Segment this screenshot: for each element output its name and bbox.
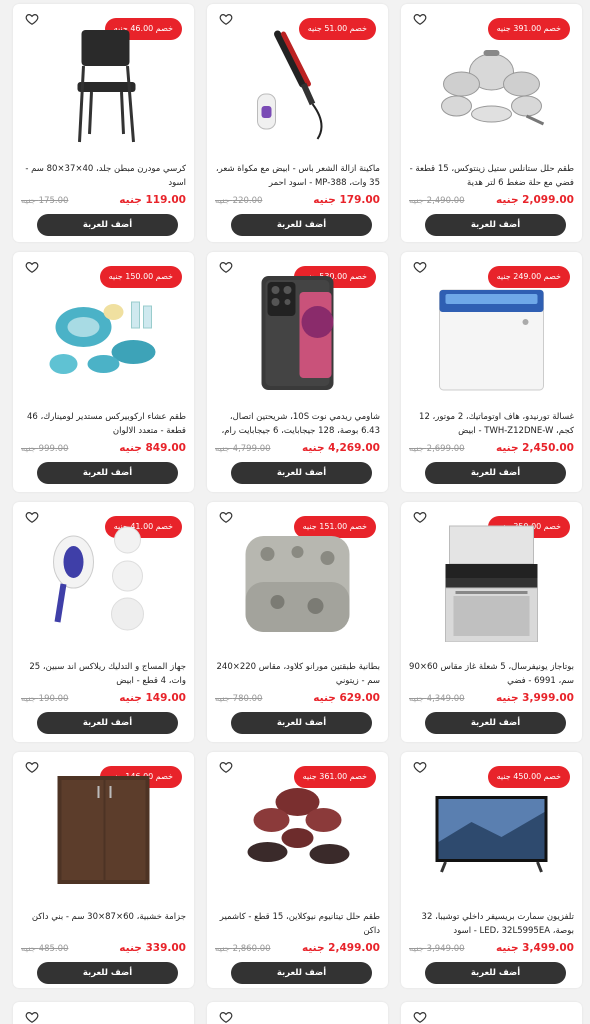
product-card[interactable]: خصم 530.00 جنيه شاومي ريدمي نوت 10S، شري… <box>207 252 388 492</box>
add-to-cart-button[interactable]: أضف للعربة <box>231 712 372 734</box>
product-card[interactable]: خصم 151.00 جنيه بطانية طبقتين مورانو كلا… <box>207 502 388 742</box>
product-card[interactable]: خصم 51.00 جنيه ماكينة ازالة الشعر باس - … <box>207 4 388 242</box>
add-to-cart-button[interactable]: أضف للعربة <box>37 712 178 734</box>
heart-icon[interactable] <box>25 510 39 524</box>
old-price: 2,860.00 جنيه <box>215 944 271 954</box>
product-title[interactable]: جهاز المساج و التدليك ريلاكس اند سبين، 2… <box>21 660 186 690</box>
old-price: 4,799.00 جنيه <box>215 444 271 454</box>
heart-icon[interactable] <box>25 260 39 274</box>
old-price: 780.00 جنيه <box>215 694 263 704</box>
product-card[interactable]: خصم 249.00 جنيه غسالة تورنيدو، هاف اوتوم… <box>401 252 582 492</box>
add-to-cart-button[interactable]: أضف للعربة <box>425 462 566 484</box>
heart-icon[interactable] <box>219 12 233 26</box>
product-title[interactable]: طقم حلل تيتانيوم نيوكلاين، 15 قطع - كاشم… <box>215 910 380 940</box>
heart-icon[interactable] <box>219 510 233 524</box>
product-card[interactable] <box>13 1002 194 1024</box>
old-price: 220.00 جنيه <box>215 196 263 206</box>
add-to-cart-button[interactable]: أضف للعربة <box>231 962 372 984</box>
product-title[interactable]: غسالة تورنيدو، هاف اوتوماتيك، 2 موتور، 1… <box>409 410 574 440</box>
heart-icon[interactable] <box>219 260 233 274</box>
product-card[interactable]: خصم 150.00 جنيه طقم عشاء اركوبيركس مستدي… <box>13 252 194 492</box>
add-to-cart-button[interactable]: أضف للعربة <box>37 962 178 984</box>
gas-cooker-image[interactable] <box>431 522 552 643</box>
product-title[interactable]: طقم حلل ستانلس ستيل زينتوكس، 15 قطعة - ف… <box>409 162 574 192</box>
add-to-cart-button[interactable]: أضف للعربة <box>425 214 566 236</box>
smartphone-image[interactable] <box>237 272 358 392</box>
massager-image[interactable] <box>43 522 164 642</box>
tv-image[interactable] <box>431 772 552 892</box>
product-price: 4,269.00 جنيه <box>302 442 380 454</box>
cookware-set-image[interactable] <box>431 24 552 144</box>
product-card[interactable]: خصم 361.00 جنيه طقم حلل تيتانيوم نيوكلاي… <box>207 752 388 988</box>
product-price: 119.00 جنيه <box>119 194 186 206</box>
product-price: 2,099.00 جنيه <box>496 194 574 206</box>
blanket-image[interactable] <box>237 522 358 642</box>
chair-image[interactable] <box>43 24 164 144</box>
shoe-cabinet-image[interactable] <box>43 772 164 892</box>
product-price: 629.00 جنيه <box>313 692 380 704</box>
product-card[interactable] <box>401 1002 582 1024</box>
product-title[interactable]: كرسي مودرن مبطن جلد، 40×37×80 سم - اسود <box>21 162 186 192</box>
add-to-cart-button[interactable]: أضف للعربة <box>37 214 178 236</box>
product-grid: خصم 391.00 جنيه طقم حلل ستانلس ستيل زينت… <box>0 0 590 1024</box>
product-card[interactable]: خصم 391.00 جنيه طقم حلل ستانلس ستيل زينت… <box>401 4 582 242</box>
heart-icon[interactable] <box>219 760 233 774</box>
heart-icon[interactable] <box>25 1010 39 1024</box>
heart-icon[interactable] <box>219 1010 233 1024</box>
add-to-cart-button[interactable]: أضف للعربة <box>425 962 566 984</box>
washing-machine-image[interactable] <box>431 272 552 392</box>
heart-icon[interactable] <box>413 510 427 524</box>
product-title[interactable]: جزامة خشبية، 60×87×30 سم - بني داكن <box>21 910 186 940</box>
dinner-set-image[interactable] <box>43 272 164 392</box>
product-card[interactable]: خصم 41.00 جنيه جهاز المساج و التدليك ريل… <box>13 502 194 742</box>
product-price: 179.00 جنيه <box>313 194 380 206</box>
old-price: 175.00 جنيه <box>21 196 69 206</box>
product-price: 2,450.00 جنيه <box>496 442 574 454</box>
old-price: 2,699.00 جنيه <box>409 444 465 454</box>
old-price: 4,349.00 جنيه <box>409 694 465 704</box>
product-price: 3,499.00 جنيه <box>496 942 574 954</box>
heart-icon[interactable] <box>25 12 39 26</box>
product-title[interactable]: شاومي ريدمي نوت 10S، شريحتين اتصال، 6.43… <box>215 410 380 440</box>
old-price: 485.00 جنيه <box>21 944 69 954</box>
hair-straightener-image[interactable] <box>237 24 358 144</box>
heart-icon[interactable] <box>25 760 39 774</box>
heart-icon[interactable] <box>413 12 427 26</box>
product-price: 2,499.00 جنيه <box>302 942 380 954</box>
add-to-cart-button[interactable]: أضف للعربة <box>231 462 372 484</box>
product-title[interactable]: تلفزيون سمارت بريسيفر داخلي توشيبا، 32 ب… <box>409 910 574 940</box>
old-price: 3,949.00 جنيه <box>409 944 465 954</box>
heart-icon[interactable] <box>413 760 427 774</box>
product-card[interactable]: خصم 46.00 جنيه كرسي مودرن مبطن جلد، 40×3… <box>13 4 194 242</box>
product-title[interactable]: بوتاجاز يونيفرسال، 5 شعلة غاز مقاس 60×90… <box>409 660 574 690</box>
heart-icon[interactable] <box>413 1010 427 1024</box>
old-price: 2,490.00 جنيه <box>409 196 465 206</box>
product-price: 3,999.00 جنيه <box>496 692 574 704</box>
add-to-cart-button[interactable]: أضف للعربة <box>37 462 178 484</box>
product-price: 149.00 جنيه <box>119 692 186 704</box>
product-card[interactable]: خصم 350.00 جنيه بوتاجاز يونيفرسال، 5 شعل… <box>401 502 582 742</box>
product-price: 339.00 جنيه <box>119 942 186 954</box>
granite-cookware-image[interactable] <box>237 772 358 892</box>
add-to-cart-button[interactable]: أضف للعربة <box>425 712 566 734</box>
old-price: 999.00 جنيه <box>21 444 69 454</box>
add-to-cart-button[interactable]: أضف للعربة <box>231 214 372 236</box>
product-title[interactable]: بطانية طبقتين مورانو كلاود، مقاس 220×240… <box>215 660 381 690</box>
product-card[interactable]: خصم 146.00 جنيه جزامة خشبية، 60×87×30 سم… <box>13 752 194 988</box>
heart-icon[interactable] <box>413 260 427 274</box>
product-card[interactable]: خصم 450.00 جنيه تلفزيون سمارت بريسيفر دا… <box>401 752 582 988</box>
product-card[interactable] <box>207 1002 388 1024</box>
product-title[interactable]: ماكينة ازالة الشعر باس - ابيض مع مكواة ش… <box>215 162 380 192</box>
product-title[interactable]: طقم عشاء اركوبيركس مستدير لومينارك، 46 ق… <box>21 410 186 440</box>
old-price: 190.00 جنيه <box>21 694 69 704</box>
product-price: 849.00 جنيه <box>119 442 186 454</box>
